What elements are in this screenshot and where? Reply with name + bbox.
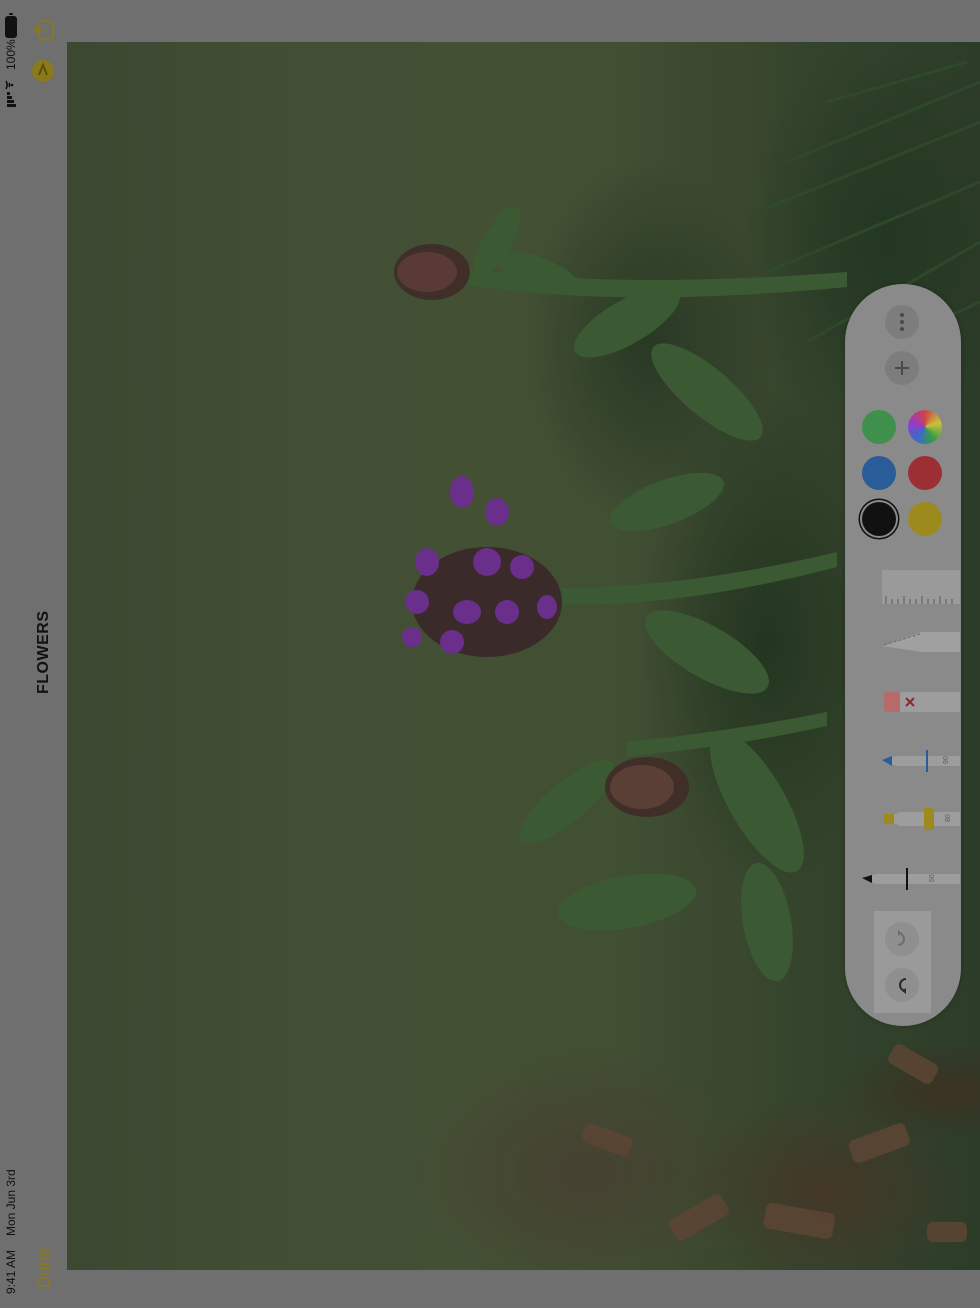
note-title: FLOWERS [35,610,52,695]
share-icon[interactable] [31,18,55,42]
battery-percent: 100% [4,39,18,70]
pen-tool-size: 90 [943,756,950,764]
marker-tool-size: 80 [945,814,952,822]
ruler-tool[interactable] [862,568,960,608]
plus-icon [895,361,909,375]
color-swatch-blue[interactable] [862,456,896,490]
battery-icon [5,13,17,38]
pencil-tool-size: 50 [929,874,936,882]
color-swatch-red[interactable] [908,456,942,490]
undo-button[interactable] [885,968,919,1002]
undo-icon [899,978,907,994]
status-date: Mon Jun 3rd [4,1169,18,1236]
wifi-icon [5,80,14,90]
more-button[interactable] [885,305,919,339]
pen-tool[interactable]: 90 [862,740,960,780]
photo [67,42,980,1270]
redo-button[interactable] [885,922,919,956]
flower-illustration [394,60,980,1242]
lasso-tool[interactable] [862,624,960,664]
color-swatch-green[interactable] [862,410,896,444]
status-time: 9:41 AM [4,1249,18,1294]
marker-tool[interactable]: 80 [862,798,960,838]
color-swatch-yellow[interactable] [908,502,942,536]
markup-icon[interactable] [31,59,55,83]
signal-icon [7,92,16,107]
color-swatch-multicolor[interactable] [908,410,942,444]
done-button[interactable]: Done [34,1247,54,1288]
redo-icon [897,930,905,946]
color-swatch-black[interactable] [862,502,896,536]
status-bar: 100% Mon Jun 3rd 9:41 AM [0,0,24,1308]
pencil-tool[interactable]: 50 [862,858,960,898]
more-icon [900,313,904,331]
eraser-tool[interactable] [862,682,960,722]
add-button[interactable] [885,351,919,385]
